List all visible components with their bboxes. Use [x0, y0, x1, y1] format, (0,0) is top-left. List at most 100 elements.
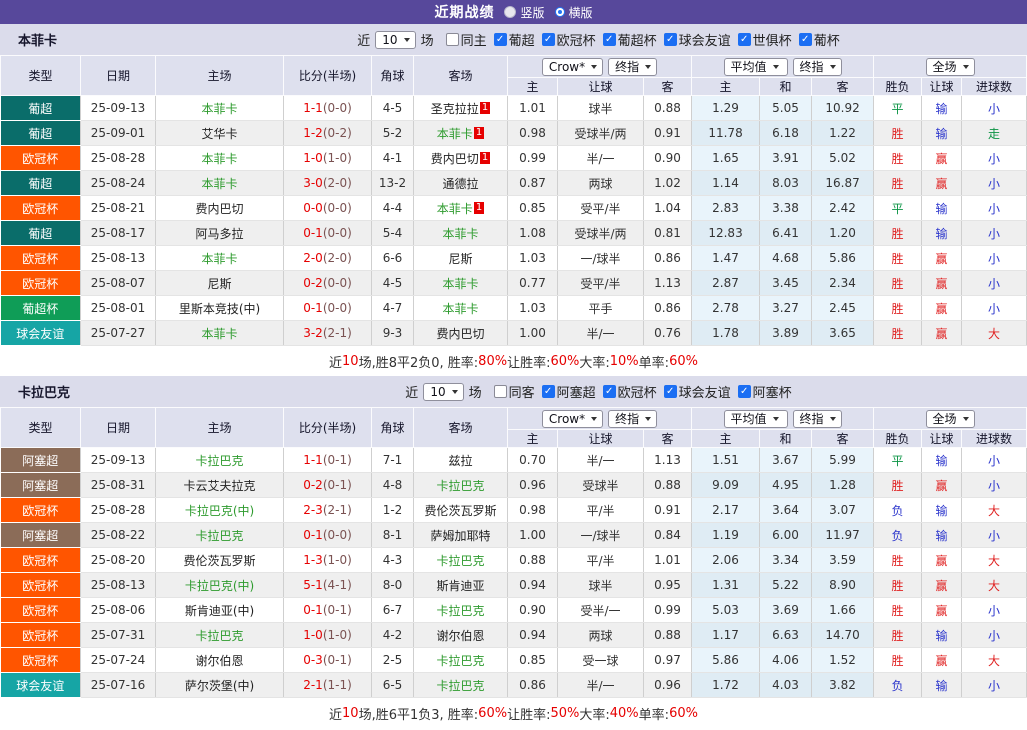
- recent-prefix-label: 近: [357, 30, 370, 49]
- match-row: 葡超25-08-24本菲卡3-0(2-0)13-2通德拉0.87两球1.021.…: [1, 171, 1027, 196]
- recent-count-select[interactable]: 10: [375, 31, 415, 49]
- home-team: 卡云艾夫拉克: [156, 473, 284, 498]
- match-date: 25-07-31: [81, 623, 156, 648]
- score-cell: 0-1(0-1): [284, 598, 372, 623]
- home-team: 卡拉巴克: [156, 523, 284, 548]
- home-team: 本菲卡: [156, 321, 284, 346]
- result-goals: 小: [962, 523, 1027, 548]
- league-badge: 葡超杯: [1, 296, 81, 321]
- corners: 13-2: [372, 171, 414, 196]
- result-handicap: 赢: [922, 598, 962, 623]
- filter-checkbox[interactable]: [494, 33, 507, 46]
- league-badge: 葡超: [1, 96, 81, 121]
- score-cell: 1-3(1-0): [284, 548, 372, 573]
- match-row: 欧冠杯25-08-13本菲卡2-0(2-0)6-6尼斯1.03一/球半0.861…: [1, 246, 1027, 271]
- odds-handicap: 平手: [558, 296, 644, 321]
- corners: 6-7: [372, 598, 414, 623]
- result-outcome: 胜: [874, 246, 922, 271]
- result-handicap: 赢: [922, 321, 962, 346]
- scope-select[interactable]: 全场: [926, 58, 975, 76]
- recent-suffix-label: 场: [469, 382, 482, 401]
- score-cell: 0-1(0-0): [284, 296, 372, 321]
- score-cell: 1-0(1-0): [284, 623, 372, 648]
- team-label: 费伦茨瓦罗斯: [424, 504, 496, 518]
- odds-source-select[interactable]: Crow*: [542, 410, 603, 428]
- avg-draw: 4.68: [760, 246, 812, 271]
- avg-stage-select[interactable]: 终指: [793, 410, 842, 428]
- result-goals: 大: [962, 321, 1027, 346]
- radio-icon[interactable]: [556, 8, 564, 16]
- filter-option: 球会友谊: [664, 30, 731, 49]
- avg-draw: 3.89: [760, 321, 812, 346]
- avg-source-select[interactable]: 平均值: [724, 58, 788, 76]
- odds-home: 1.00: [508, 523, 558, 548]
- filter-checkbox[interactable]: [738, 385, 751, 398]
- result-outcome: 胜: [874, 296, 922, 321]
- result-outcome: 胜: [874, 221, 922, 246]
- corners: 1-2: [372, 498, 414, 523]
- filter-checkbox[interactable]: [494, 385, 507, 398]
- result-handicap: 赢: [922, 473, 962, 498]
- filter-checkbox[interactable]: [542, 33, 555, 46]
- filter-checkbox[interactable]: [738, 33, 751, 46]
- avg-away: 1.20: [812, 221, 874, 246]
- filter-checkbox[interactable]: [446, 33, 459, 46]
- filter-checkbox[interactable]: [603, 385, 616, 398]
- scope-select[interactable]: 全场: [926, 410, 975, 428]
- filter-checkbox[interactable]: [603, 33, 616, 46]
- odds-handicap: 受半/一: [558, 598, 644, 623]
- avg-away: 2.42: [812, 196, 874, 221]
- match-date: 25-09-01: [81, 121, 156, 146]
- col-header-corner: 角球: [372, 56, 414, 96]
- chevron-down-icon: [645, 65, 651, 69]
- match-date: 25-09-13: [81, 448, 156, 473]
- odds-handicap: 受一球: [558, 648, 644, 673]
- filter-controls: 近 10 场 同客阿塞超欧冠杯球会友谊阿塞杯: [170, 382, 1027, 401]
- result-goals: 小: [962, 673, 1027, 698]
- halftime-score: (4-1): [323, 578, 352, 592]
- avg-away: 3.82: [812, 673, 874, 698]
- home-team: 本菲卡: [156, 171, 284, 196]
- result-goals: 走: [962, 121, 1027, 146]
- odds-home: 0.98: [508, 121, 558, 146]
- team-label: 萨尔茨堡(中): [185, 679, 254, 693]
- radio-icon[interactable]: [504, 6, 516, 18]
- avg-away: 5.99: [812, 448, 874, 473]
- filter-checkbox[interactable]: [664, 385, 677, 398]
- corners: 4-5: [372, 271, 414, 296]
- summary-line: 近10场,胜8平2负0, 胜率:80% 让胜率:60% 大率:10% 单率:60…: [0, 346, 1027, 376]
- filter-option: 阿塞杯: [738, 382, 792, 401]
- avg-source-select[interactable]: 平均值: [724, 410, 788, 428]
- avg-stage-select[interactable]: 终指: [793, 58, 842, 76]
- filter-checkbox[interactable]: [542, 385, 555, 398]
- match-date: 25-07-24: [81, 648, 156, 673]
- filter-checkbox[interactable]: [799, 33, 812, 46]
- odds-stage-select[interactable]: 终指: [608, 410, 657, 428]
- fulltime-score: 0-3: [303, 653, 323, 667]
- home-team: 卡拉巴克(中): [156, 498, 284, 523]
- avg-away: 1.28: [812, 473, 874, 498]
- league-badge: 欧冠杯: [1, 246, 81, 271]
- odds-stage-select[interactable]: 终指: [608, 58, 657, 76]
- layout-radio-vertical[interactable]: 竖版: [504, 4, 544, 21]
- away-team: 萨姆加耶特: [414, 523, 508, 548]
- summary-stat-value: 60%: [478, 706, 507, 721]
- odds-source-select[interactable]: Crow*: [542, 58, 603, 76]
- away-team: 卡拉巴克: [414, 673, 508, 698]
- red-card-badge: 1: [474, 127, 484, 139]
- halftime-score: (0-0): [323, 301, 352, 315]
- recent-count-select[interactable]: 10: [423, 383, 463, 401]
- avg-draw: 3.27: [760, 296, 812, 321]
- filter-option: 葡杯: [799, 30, 840, 49]
- team-label: 本菲卡: [442, 302, 478, 316]
- match-date: 25-07-16: [81, 673, 156, 698]
- result-outcome: 胜: [874, 473, 922, 498]
- away-team: 斯肯迪亚: [414, 573, 508, 598]
- layout-radio-horizontal[interactable]: 横版: [555, 4, 593, 21]
- filter-checkbox[interactable]: [664, 33, 677, 46]
- result-goals: 小: [962, 196, 1027, 221]
- avg-draw: 3.67: [760, 448, 812, 473]
- result-handicap: 输: [922, 498, 962, 523]
- result-goals: 小: [962, 146, 1027, 171]
- avg-source-header: 平均值 终指: [692, 56, 874, 78]
